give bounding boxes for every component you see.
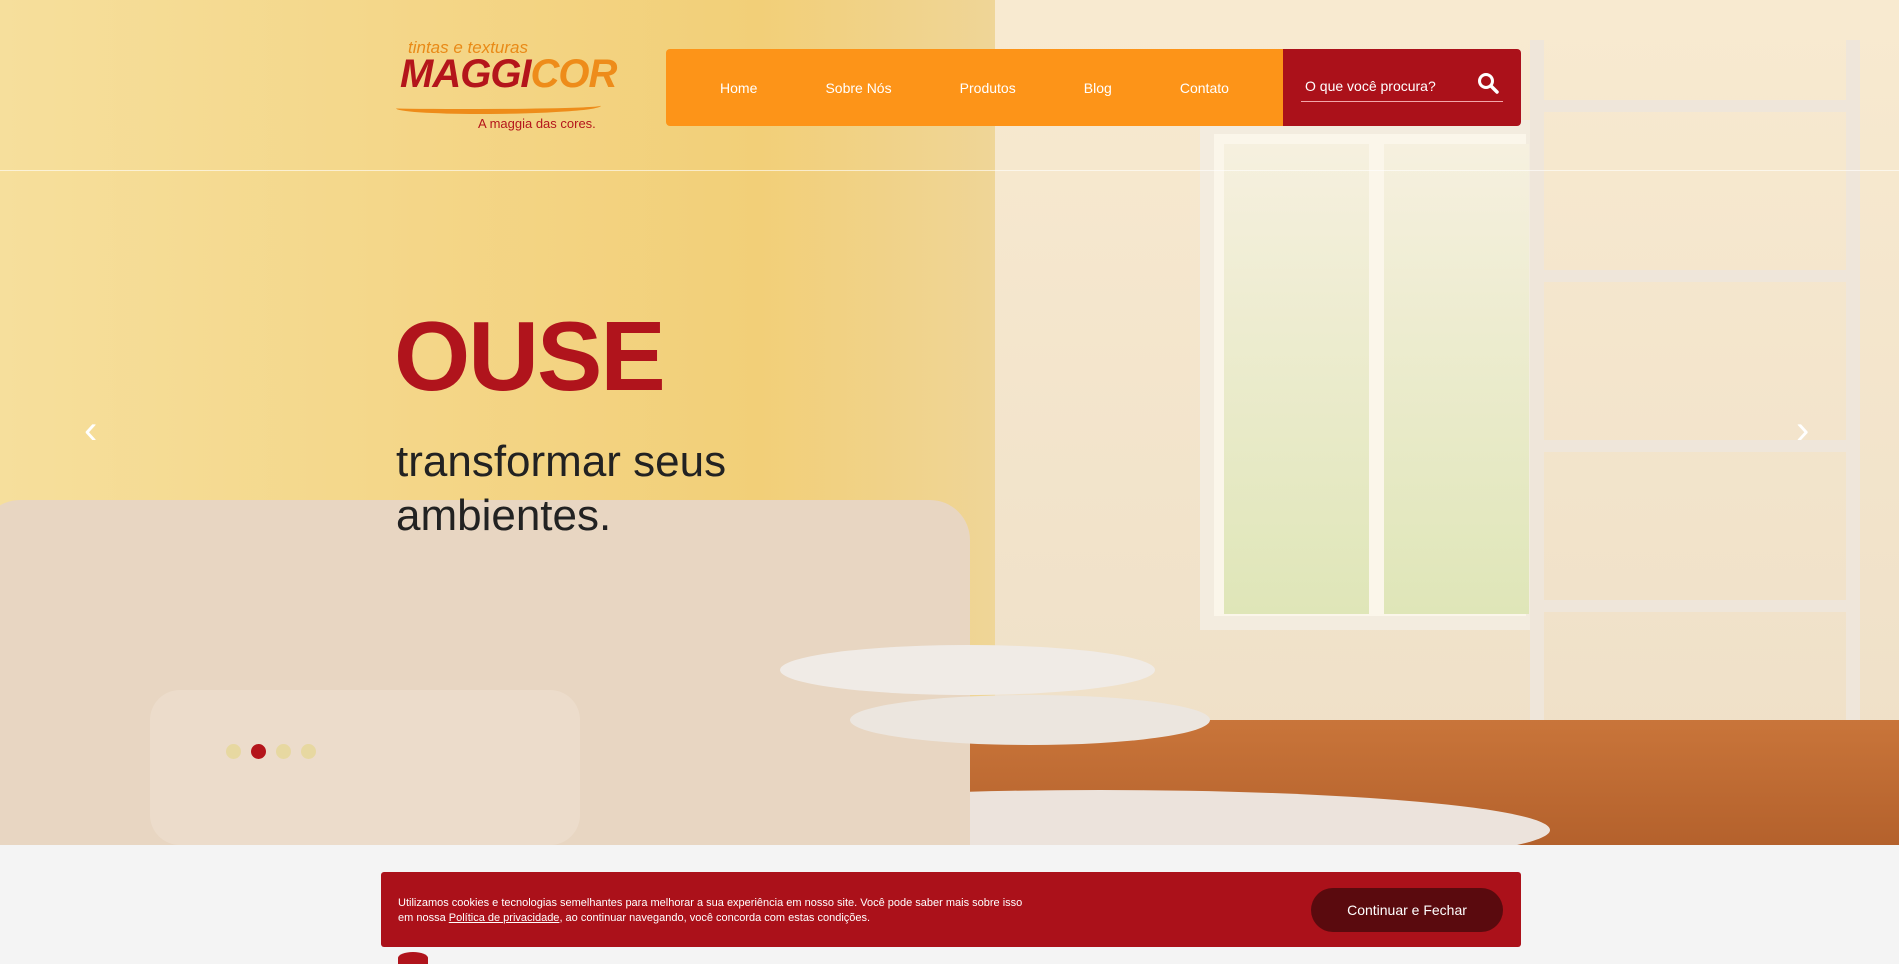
slider-dot[interactable] bbox=[226, 744, 241, 759]
slider-dots bbox=[226, 744, 316, 759]
slider-next-icon[interactable]: › bbox=[1796, 408, 1809, 453]
continue-close-button[interactable]: Continuar e Fechar bbox=[1311, 888, 1503, 932]
hero-sofa-chaise bbox=[150, 690, 580, 845]
nav-contato[interactable]: Contato bbox=[1180, 80, 1229, 96]
privacy-policy-link[interactable]: Política de privacidade bbox=[449, 912, 560, 924]
hero-table bbox=[850, 695, 1210, 745]
search-input[interactable]: O que você procura? bbox=[1301, 72, 1503, 102]
section-heading-peek bbox=[398, 952, 428, 964]
logo-swoosh bbox=[396, 100, 601, 114]
slider-prev-icon[interactable]: ‹ bbox=[84, 408, 97, 453]
search-icon[interactable] bbox=[1476, 71, 1500, 95]
hero-window bbox=[1200, 120, 1540, 630]
slider-dot[interactable] bbox=[276, 744, 291, 759]
hero-slider bbox=[0, 0, 1899, 845]
logo[interactable]: tintas e texturas MAGGICOR A maggia das … bbox=[396, 38, 617, 134]
cookie-text: Utilizamos cookies e tecnologias semelha… bbox=[398, 897, 1023, 924]
slider-dot[interactable] bbox=[301, 744, 316, 759]
search-box: O que você procura? bbox=[1283, 49, 1521, 126]
nav-home[interactable]: Home bbox=[720, 80, 757, 96]
nav-sobre-nos[interactable]: Sobre Nós bbox=[825, 80, 891, 96]
nav-blog[interactable]: Blog bbox=[1084, 80, 1112, 96]
hero-headline: OUSE bbox=[394, 301, 666, 411]
cookie-banner: Utilizamos cookies e tecnologias semelha… bbox=[381, 872, 1521, 947]
nav-produtos[interactable]: Produtos bbox=[960, 80, 1016, 96]
hero-table-top bbox=[780, 645, 1155, 695]
logo-name: MAGGICOR bbox=[400, 52, 617, 96]
main-nav: Home Sobre Nós Produtos Blog Contato bbox=[666, 49, 1283, 126]
hero-subtitle: transformar seus ambientes. bbox=[396, 437, 727, 540]
logo-slogan: A maggia das cores. bbox=[478, 116, 596, 131]
header-divider bbox=[0, 170, 1899, 171]
slider-dot-active[interactable] bbox=[251, 744, 266, 759]
